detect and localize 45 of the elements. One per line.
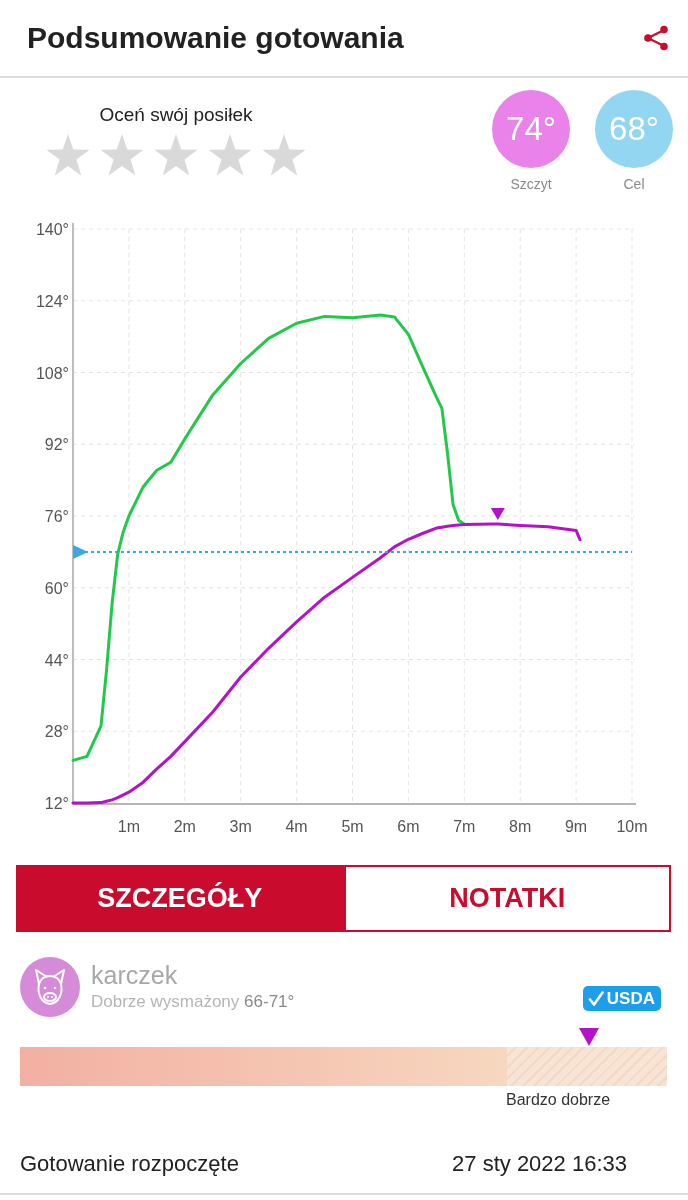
temperature-caption: Szczyt bbox=[510, 176, 552, 192]
share-icon[interactable] bbox=[643, 25, 669, 51]
y-tick-label: 124° bbox=[35, 292, 69, 310]
peak-marker-icon bbox=[490, 508, 505, 521]
star-icon[interactable] bbox=[46, 134, 90, 176]
x-tick-label: 3m bbox=[229, 818, 252, 835]
x-tick-label: 2m bbox=[173, 818, 196, 835]
y-tick-label: 140° bbox=[35, 221, 69, 238]
y-tick-label: 60° bbox=[44, 579, 69, 597]
meat-cut-name: karczek bbox=[91, 961, 179, 990]
temperature-range: 66-71° bbox=[244, 992, 295, 1011]
doneness-zone-label: Bardzo dobrze bbox=[506, 1091, 611, 1108]
x-tick-label: 5m bbox=[341, 818, 364, 835]
x-tick-label: 10m bbox=[616, 818, 648, 835]
target-marker-icon bbox=[73, 544, 88, 559]
tab[interactable]: NOTATKI bbox=[343, 865, 671, 932]
star-icon[interactable] bbox=[262, 134, 306, 176]
star-rating[interactable] bbox=[46, 134, 306, 176]
temperature-caption: Cel bbox=[623, 176, 645, 192]
x-tick-label: 8m bbox=[509, 818, 532, 835]
x-tick-label: 4m bbox=[285, 818, 308, 835]
y-tick-label: 28° bbox=[44, 723, 69, 741]
y-tick-label: 76° bbox=[44, 508, 69, 525]
y-tick-label: 44° bbox=[44, 651, 69, 669]
tab[interactable]: SZCZEGÓŁY bbox=[16, 865, 344, 932]
x-tick-label: 9m bbox=[565, 818, 588, 835]
x-tick-label: 1m bbox=[117, 818, 140, 835]
y-tick-label: 108° bbox=[35, 364, 69, 382]
y-tick-label: 12° bbox=[44, 795, 69, 812]
cooking-start-date: 27 sty 2022 16:33 bbox=[452, 1151, 627, 1177]
star-icon[interactable] bbox=[100, 134, 144, 176]
star-icon[interactable] bbox=[208, 134, 252, 176]
screen-title: Podsumowanie gotowania bbox=[27, 21, 404, 55]
doneness-text: Dobrze wysmażony bbox=[91, 992, 240, 1011]
pig-avatar-icon bbox=[20, 957, 80, 1017]
temperature-circle: 74° bbox=[492, 90, 570, 168]
rating-prompt: Oceń swój posiłek bbox=[99, 104, 253, 126]
check-icon bbox=[587, 990, 604, 1007]
star-icon[interactable] bbox=[154, 134, 198, 176]
badge-label: USDA bbox=[606, 988, 655, 1009]
y-tick-label: 92° bbox=[44, 436, 69, 454]
temperature-circle: 68° bbox=[595, 90, 673, 168]
x-tick-label: 6m bbox=[397, 818, 420, 835]
x-tick-label: 7m bbox=[453, 818, 476, 835]
cooking-started-label: Gotowanie rozpoczęte bbox=[20, 1151, 239, 1177]
